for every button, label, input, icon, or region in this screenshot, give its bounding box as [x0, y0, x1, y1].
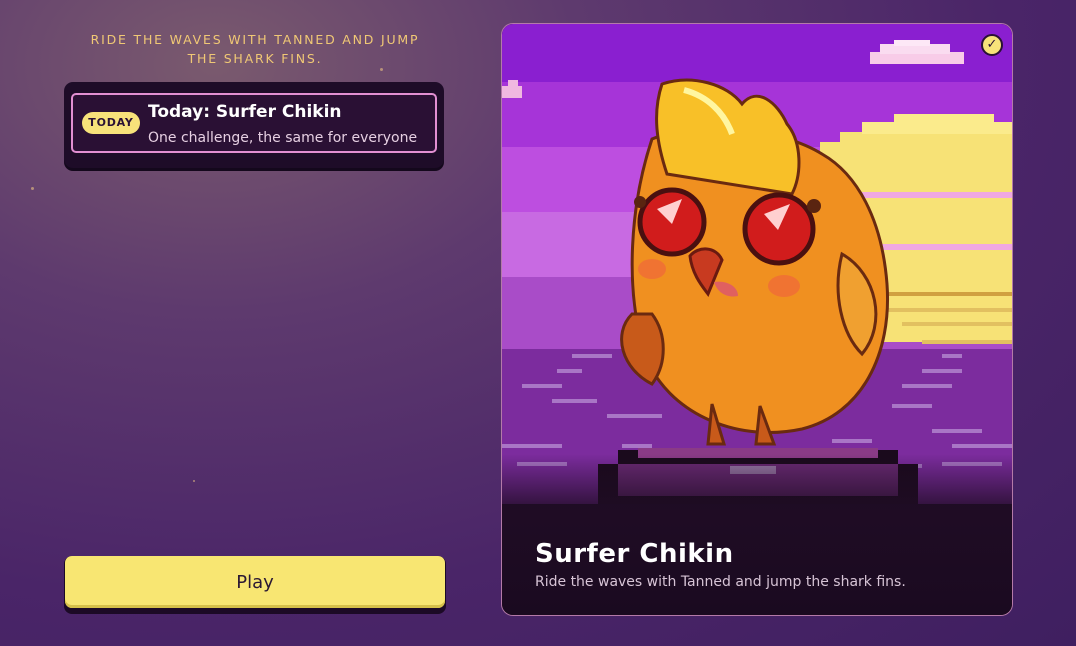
today-badge: TODAY: [82, 112, 140, 134]
card-bottom-gradient: [502, 454, 1012, 615]
today-title: Today: Surfer Chikin: [148, 102, 342, 122]
today-subtitle: One challenge, the same for everyone: [148, 130, 418, 146]
play-button-frame: Play: [64, 556, 446, 614]
background-sparkle: [380, 68, 383, 71]
game-description: Ride the waves with Tanned and jump the …: [535, 574, 906, 590]
game-title: Surfer Chikin: [535, 539, 734, 569]
play-button[interactable]: Play: [65, 556, 445, 608]
surfer-chikin-artwork: [502, 24, 1012, 504]
background-sparkle: [193, 480, 195, 482]
game-card-surfer-chikin[interactable]: ✓ Surfer Chikin Ride the waves with Tann…: [501, 23, 1013, 616]
today-challenge-card[interactable]: TODAY Today: Surfer Chikin One challenge…: [64, 82, 444, 168]
challenge-tagline: RIDE THE WAVES WITH TANNED AND JUMP THE …: [90, 32, 420, 66]
check-icon: ✓: [981, 34, 1003, 56]
today-challenge-inner[interactable]: TODAY Today: Surfer Chikin One challenge…: [71, 93, 437, 153]
background-sparkle: [31, 187, 34, 190]
